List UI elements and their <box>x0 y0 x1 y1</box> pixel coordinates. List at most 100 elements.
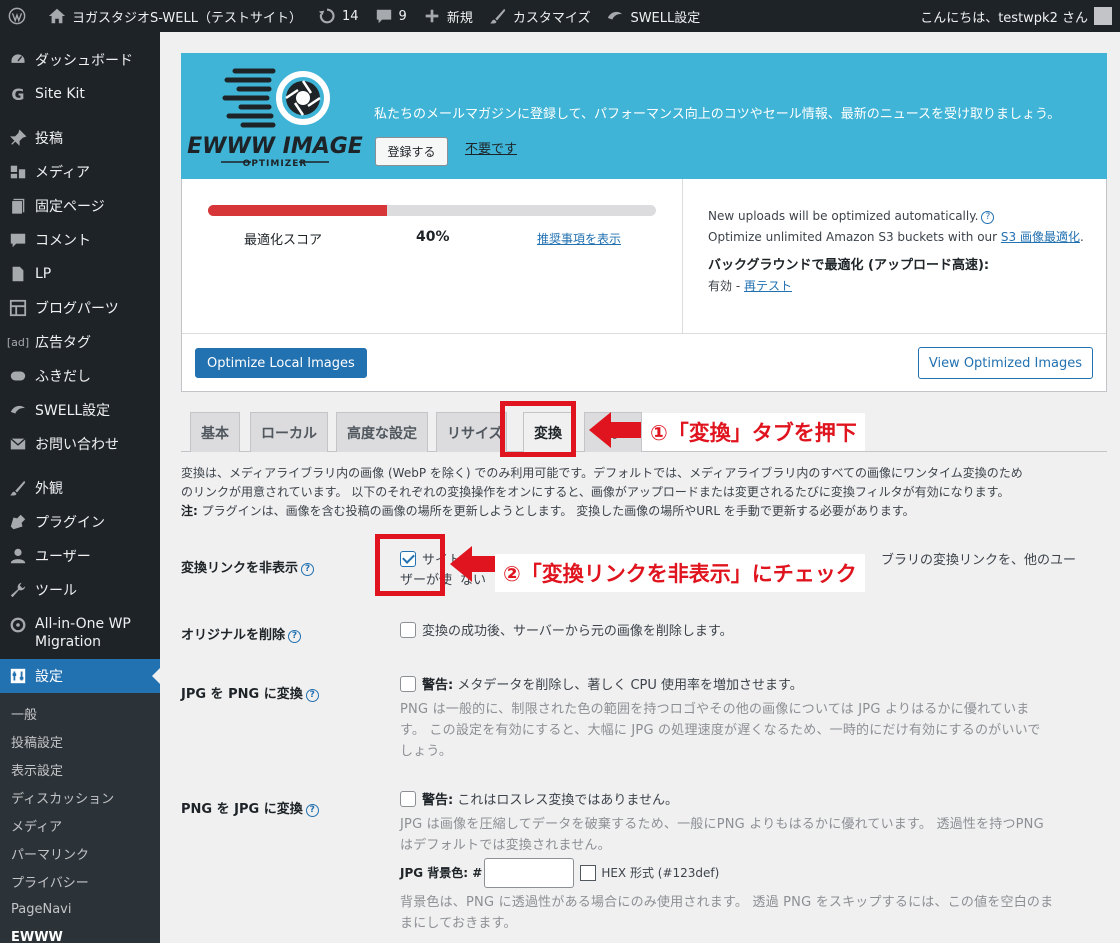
label-text: オリジナルを削除 <box>181 628 286 643</box>
plugin-icon <box>8 512 28 532</box>
sidebar-item-tools[interactable]: ツール <box>0 573 160 607</box>
help-icon[interactable]: ? <box>305 689 319 702</box>
my-account-menu[interactable]: こんにちは、testwpk2 さん <box>912 0 1120 32</box>
submenu-general[interactable]: 一般 <box>0 699 160 727</box>
jpg-background-label: JPG 背景色: # <box>400 866 483 880</box>
sidebar-item-label: お問い合わせ <box>35 437 119 453</box>
description-line: のリンクが用意されています。 以下のそれぞれの変換操作をオンにすると、画像がアッ… <box>181 485 1010 499</box>
settings-submenu: 一般 投稿設定 表示設定 ディスカッション メディア パーマリンク プライバシー… <box>0 693 160 943</box>
sidebar-item-swell[interactable]: SWELL設定 <box>0 393 160 427</box>
sidebar-item-contact[interactable]: お問い合わせ <box>0 427 160 461</box>
submenu-ewww[interactable]: EWWW <box>0 923 160 943</box>
sidebar-item-appearance[interactable]: 外観 <box>0 471 160 505</box>
sidebar-item-adtag[interactable]: [ad] 広告タグ <box>0 325 160 359</box>
help-icon[interactable]: ? <box>288 630 302 643</box>
delete-originals-text: 変換の成功後、サーバーから元の画像を削除します。 <box>422 624 733 639</box>
tab-local[interactable]: ローカル <box>250 412 328 452</box>
wp-logo-menu[interactable] <box>0 0 40 32</box>
tab-basic[interactable]: 基本 <box>190 412 240 452</box>
avatar <box>1094 7 1112 25</box>
updates-count: 14 <box>341 8 359 24</box>
optimize-local-images-button[interactable]: Optimize Local Images <box>195 348 367 378</box>
warning-label: 警告: <box>422 793 454 808</box>
jpg-to-png-checkbox[interactable] <box>400 676 416 692</box>
label-text: PNG を JPG に変換 <box>181 802 303 817</box>
wrench-icon <box>8 580 28 600</box>
submenu-media[interactable]: メディア <box>0 811 160 839</box>
customize-label: カスタマイズ <box>512 10 591 26</box>
sidebar-item-users[interactable]: ユーザー <box>0 539 160 573</box>
site-name-menu[interactable]: ヨガスタジオS-WELL（テストサイト） <box>40 0 310 32</box>
sidebar-item-comments[interactable]: コメント <box>0 223 160 257</box>
sidebar-item-blogparts[interactable]: ブログパーツ <box>0 291 160 325</box>
sidebar-item-sitekit[interactable]: G Site Kit <box>0 77 160 111</box>
sidebar-item-label: 広告タグ <box>35 335 91 351</box>
home-icon <box>48 8 66 24</box>
submenu-discussion[interactable]: ディスカッション <box>0 783 160 811</box>
submenu-pagenavi[interactable]: PageNavi <box>0 895 160 923</box>
settings-icon <box>8 666 28 686</box>
sidebar-item-label: コメント <box>35 233 91 249</box>
plus-icon <box>425 9 439 23</box>
sidebar-item-pages[interactable]: 固定ページ <box>0 189 160 223</box>
help-icon[interactable]: ? <box>981 211 995 224</box>
submenu-writing[interactable]: 投稿設定 <box>0 727 160 755</box>
ewww-logo: EWWW IMAGE OPTIMIZER <box>187 68 363 169</box>
balloon-icon <box>8 366 28 386</box>
retest-link[interactable]: 再テスト <box>744 279 792 293</box>
description-line: PNG は一般的に、制限された色の範囲を持つロゴやその他の画像については JPG… <box>400 702 1030 717</box>
background-mode-status: 有効 - 再テスト <box>708 276 1098 297</box>
png-to-jpg-text: これはロスレス変換ではありません。 <box>453 793 678 808</box>
sidebar-item-settings[interactable]: 設定 <box>0 659 160 693</box>
sidebar-item-label: ツール <box>35 583 77 599</box>
description-line: す。 この設定を有効にすると、大幅に JPG の処理速度が遅くなるため、一時的に… <box>400 723 1041 738</box>
brush-icon <box>8 478 28 498</box>
s3-link[interactable]: S3 画像最適化 <box>1001 230 1080 244</box>
label-line1: All-in-One WP <box>35 616 131 632</box>
view-optimized-images-button[interactable]: View Optimized Images <box>917 347 1093 379</box>
sidebar-item-media[interactable]: メディア <box>0 155 160 189</box>
dashboard-actions: Optimize Local Images View Optimized Ima… <box>182 333 1106 391</box>
separator: - <box>732 279 744 293</box>
warning-label: 警告: <box>422 678 454 693</box>
updates-menu[interactable]: 14 <box>310 0 367 32</box>
hex-format-label: HEX 形式 (#123def) <box>601 866 720 880</box>
hide-links-text-b: ブラリの変換リンクを、他のユー <box>881 553 1077 568</box>
dismiss-link[interactable]: 不要です <box>465 138 517 157</box>
subscribe-button[interactable]: 登録する <box>375 137 448 166</box>
comments-menu[interactable]: 9 <box>367 0 415 32</box>
submenu-reading[interactable]: 表示設定 <box>0 755 160 783</box>
page-icon <box>8 196 28 216</box>
sidebar-item-label: プラグイン <box>35 515 105 531</box>
user-icon <box>8 546 28 566</box>
sidebar-item-balloon[interactable]: ふきだし <box>0 359 160 393</box>
new-content-menu[interactable]: 新規 <box>415 0 481 32</box>
swell-settings-menu[interactable]: SWELL設定 <box>598 0 708 32</box>
jpg-background-input[interactable] <box>484 858 575 888</box>
delete-originals-checkbox[interactable] <box>400 622 416 638</box>
description-line: JPG は画像を圧縮してデータを破棄するため、一般にPNG よりもはるかに優れて… <box>400 817 1044 832</box>
help-icon[interactable]: ? <box>301 563 315 576</box>
tab-resize[interactable]: リサイズ <box>436 412 507 452</box>
sidebar-item-lp[interactable]: LP <box>0 257 160 291</box>
note-text: プラグインは、画像を含む投稿の画像の場所を更新しようとします。 変換した画像の場… <box>197 504 915 518</box>
submenu-privacy[interactable]: プライバシー <box>0 867 160 895</box>
submenu-permalink[interactable]: パーマリンク <box>0 839 160 867</box>
sidebar-item-plugins[interactable]: プラグイン <box>0 505 160 539</box>
png-to-jpg-checkbox[interactable] <box>400 791 416 807</box>
tab-advanced[interactable]: 高度な設定 <box>336 412 428 452</box>
status-panel: New uploads will be optimized automatica… <box>708 206 1098 297</box>
sidebar-item-posts[interactable]: 投稿 <box>0 121 160 155</box>
recommendations-link[interactable]: 推奨事項を表示 <box>537 230 621 247</box>
sidebar-item-label: ダッシュボード <box>35 53 133 69</box>
sidebar-item-dashboard[interactable]: ダッシュボード <box>0 43 160 77</box>
jpg-background-row: JPG 背景色: # HEX 形式 (#123def) <box>400 858 1090 888</box>
help-icon[interactable]: ? <box>305 804 319 817</box>
sidebar-item-migration[interactable]: All-in-One WP Migration <box>0 607 160 659</box>
score-progress-bar <box>208 205 656 216</box>
delete-originals-field: 変換の成功後、サーバーから元の画像を削除します。 <box>400 622 1090 642</box>
customize-menu[interactable]: カスタマイズ <box>481 0 599 32</box>
background-description: 背景色は、PNG に透過性がある場合にのみ使用されます。 透過 PNG をスキッ… <box>400 892 1090 934</box>
swell-icon <box>8 400 28 420</box>
description-line: まにしておきます。 <box>400 916 517 931</box>
